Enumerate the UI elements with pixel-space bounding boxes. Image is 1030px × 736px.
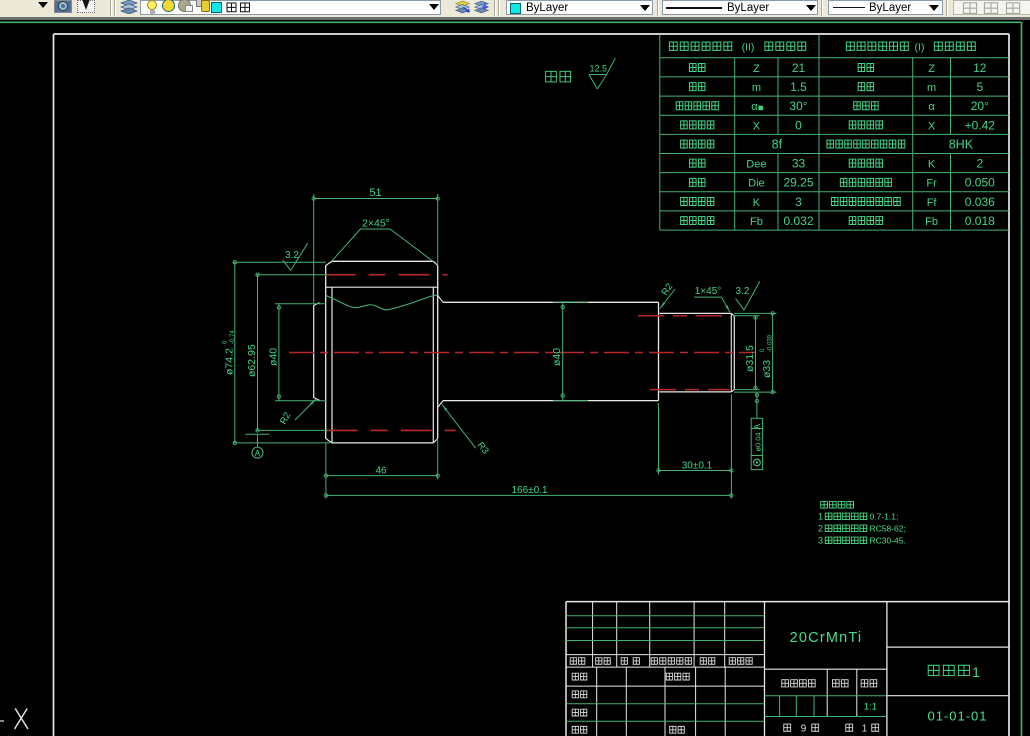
- svg-text:ø40: ø40: [551, 348, 563, 366]
- svg-text:A: A: [255, 448, 261, 458]
- svg-text:Fb: Fb: [750, 216, 763, 228]
- svg-text:9: 9: [801, 723, 807, 734]
- svg-text:Fb: Fb: [925, 216, 938, 228]
- svg-text:1: 1: [972, 665, 980, 680]
- svg-text:3: 3: [818, 536, 823, 546]
- svg-text:ø40: ø40: [267, 348, 279, 366]
- svg-text:ø62.95: ø62.95: [246, 344, 258, 377]
- svg-text:1:1: 1:1: [864, 702, 877, 713]
- svg-text:X: X: [928, 120, 936, 132]
- svg-text:12.5: 12.5: [590, 64, 608, 74]
- svg-text:29.25: 29.25: [783, 176, 813, 190]
- svg-text:30±0.1: 30±0.1: [682, 460, 713, 471]
- svg-text:m: m: [927, 82, 936, 94]
- svg-text:ø74.2: ø74.2: [223, 348, 235, 375]
- svg-text:α: α: [928, 101, 935, 113]
- svg-text:33: 33: [792, 157, 806, 171]
- svg-text:2×45°: 2×45°: [362, 218, 390, 230]
- svg-text:8HK: 8HK: [949, 137, 974, 151]
- svg-text:Z: Z: [753, 63, 760, 75]
- svg-text:20CrMnTi: 20CrMnTi: [790, 630, 863, 646]
- svg-text:5: 5: [976, 80, 983, 94]
- svg-text:K: K: [753, 197, 761, 209]
- svg-text:51: 51: [369, 187, 381, 199]
- svg-text:Fr: Fr: [926, 178, 937, 190]
- svg-text:3: 3: [795, 195, 802, 209]
- svg-text:Die: Die: [748, 178, 765, 190]
- svg-text:8f: 8f: [772, 137, 783, 151]
- svg-text:ø31.5: ø31.5: [744, 345, 756, 372]
- svg-text:20°: 20°: [971, 99, 989, 113]
- svg-text:K: K: [928, 159, 936, 171]
- svg-text:2: 2: [976, 157, 983, 171]
- svg-text:0.032: 0.032: [783, 214, 813, 228]
- svg-text:0.7-1.1;: 0.7-1.1;: [870, 512, 899, 522]
- svg-text:3.2: 3.2: [736, 286, 750, 297]
- svg-text:+0.42: +0.42: [965, 118, 996, 132]
- svg-text:0: 0: [795, 118, 802, 132]
- svg-text:1.5: 1.5: [790, 80, 807, 94]
- svg-text:RC58-62;: RC58-62;: [870, 524, 906, 534]
- svg-text:Dee: Dee: [746, 159, 766, 171]
- svg-text:166±0.1: 166±0.1: [511, 485, 548, 496]
- svg-text:1: 1: [818, 512, 823, 522]
- svg-text:-0.039: -0.039: [768, 334, 774, 352]
- svg-text:A: A: [752, 424, 762, 430]
- svg-text:-0.74: -0.74: [230, 330, 236, 344]
- svg-text:21: 21: [792, 61, 806, 75]
- svg-text:m: m: [752, 82, 761, 94]
- svg-text:ø33: ø33: [761, 360, 773, 378]
- svg-text:ø0.04: ø0.04: [753, 432, 762, 451]
- svg-text:X: X: [753, 120, 761, 132]
- svg-text:46: 46: [375, 465, 387, 476]
- svg-text:Ff: Ff: [927, 197, 938, 209]
- svg-text:0.036: 0.036: [965, 195, 995, 209]
- svg-text:RC30-45.: RC30-45.: [870, 536, 906, 546]
- svg-text:α: α: [751, 101, 758, 113]
- svg-text:01-01-01: 01-01-01: [927, 709, 987, 724]
- svg-text:30°: 30°: [789, 99, 807, 113]
- svg-text:1: 1: [862, 723, 868, 734]
- svg-text:2: 2: [818, 524, 823, 534]
- svg-text:0.018: 0.018: [965, 214, 995, 228]
- svg-text:1×45°: 1×45°: [695, 286, 722, 297]
- svg-text:12: 12: [973, 61, 987, 75]
- svg-text:0.050: 0.050: [965, 176, 995, 190]
- svg-text:(II): (II): [742, 41, 755, 53]
- svg-text:(I): (I): [915, 41, 925, 53]
- svg-text:Z: Z: [928, 63, 935, 75]
